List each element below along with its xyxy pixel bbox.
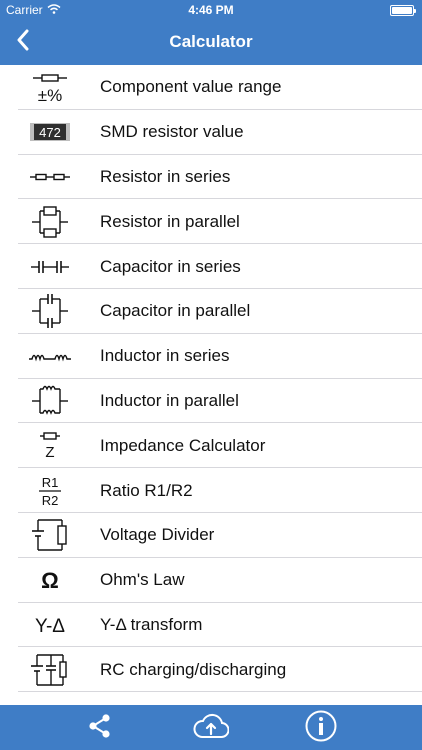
- share-button[interactable]: [83, 711, 117, 745]
- list-item-label: Voltage Divider: [100, 525, 215, 545]
- list-item-label: Y-Δ transform: [100, 614, 203, 634]
- info-button[interactable]: [304, 710, 338, 747]
- list-item-label: Impedance Calculator: [100, 435, 266, 455]
- list-item-label: Inductor in series: [100, 346, 230, 366]
- list-item-label: Resistor in parallel: [100, 211, 240, 231]
- list-item-label: Resistor in series: [100, 166, 231, 186]
- inductor-parallel-icon: [0, 379, 100, 423]
- ohm-icon: Ω: [0, 558, 100, 602]
- list-item-component-value-range[interactable]: ±% Component value range: [0, 65, 422, 110]
- list-item-resistor-in-parallel[interactable]: Resistor in parallel: [0, 199, 422, 244]
- list-item-inductor-in-series[interactable]: Inductor in series: [0, 334, 422, 379]
- list-item-label: Capacitor in series: [100, 256, 241, 276]
- list-item-label: SMD resistor value: [100, 122, 244, 142]
- list-item-label: Ratio R1/R2: [100, 480, 193, 500]
- list-item-impedance-calculator[interactable]: Z Impedance Calculator: [0, 423, 422, 468]
- capacitor-parallel-icon: [0, 289, 100, 333]
- header: Carrier 4:46 PM Calculator: [0, 0, 422, 65]
- component-range-icon: ±%: [0, 65, 100, 109]
- list-item-y-delta-transform[interactable]: Y-Δ Y-Δ transform: [0, 603, 422, 648]
- list-item-voltage-divider[interactable]: Voltage Divider: [0, 513, 422, 558]
- ratio-icon-bottom-text: R2: [42, 493, 59, 508]
- list-item-smd-resistor-value[interactable]: 472 SMD resistor value: [0, 110, 422, 155]
- share-icon: [88, 713, 112, 744]
- y-delta-icon-text: Y-Δ: [35, 616, 65, 637]
- cloud-upload-icon: [193, 713, 230, 744]
- calculator-list: ±% Component value range 472 SMD resisto…: [0, 65, 422, 705]
- list-item-label: Component value range: [100, 77, 282, 97]
- list-item-rc-charging-discharging[interactable]: RC charging/discharging: [0, 647, 422, 692]
- list-item-capacitor-in-series[interactable]: Capacitor in series: [0, 244, 422, 289]
- ratio-icon: R1 R2: [0, 469, 100, 513]
- status-bar: Carrier 4:46 PM: [0, 0, 422, 20]
- ratio-icon-top-text: R1: [42, 475, 59, 490]
- list-item-label: Inductor in parallel: [100, 390, 239, 410]
- y-delta-icon: Y-Δ: [0, 603, 100, 647]
- resistor-series-icon: [0, 155, 100, 199]
- smd-resistor-icon-text: 472: [39, 125, 61, 140]
- smd-resistor-icon: 472: [0, 110, 100, 154]
- component-range-icon-text: ±%: [38, 86, 62, 104]
- info-icon: [305, 710, 337, 747]
- page-title: Calculator: [169, 32, 253, 51]
- list-item-ohms-law[interactable]: Ω Ohm's Law: [0, 558, 422, 603]
- list-item-capacitor-in-parallel[interactable]: Capacitor in parallel: [0, 289, 422, 334]
- bottom-toolbar: [0, 705, 422, 750]
- status-time: 4:46 PM: [188, 3, 234, 17]
- nav-bar: Calculator: [0, 20, 422, 65]
- battery-icon: [390, 5, 416, 16]
- impedance-icon-text: Z: [45, 444, 54, 461]
- list-item-resistor-in-series[interactable]: Resistor in series: [0, 155, 422, 200]
- ohm-icon-text: Ω: [41, 568, 59, 593]
- inductor-series-icon: [0, 334, 100, 378]
- rc-charging-icon: [0, 648, 100, 692]
- list-item-ratio-r1-r2[interactable]: R1 R2 Ratio R1/R2: [0, 468, 422, 513]
- list-item-label: RC charging/discharging: [100, 659, 287, 679]
- list-item-partial[interactable]: [0, 692, 422, 705]
- list-item-label: Ohm's Law: [100, 570, 185, 590]
- partial-item-icon: [0, 693, 100, 705]
- capacitor-series-icon: [0, 245, 100, 289]
- list-item-label: Capacitor in parallel: [100, 301, 251, 321]
- list-item-inductor-in-parallel[interactable]: Inductor in parallel: [0, 379, 422, 424]
- impedance-icon: Z: [0, 424, 100, 468]
- resistor-parallel-icon: [0, 200, 100, 244]
- voltage-divider-icon: [0, 513, 100, 557]
- cloud-upload-button[interactable]: [192, 711, 230, 745]
